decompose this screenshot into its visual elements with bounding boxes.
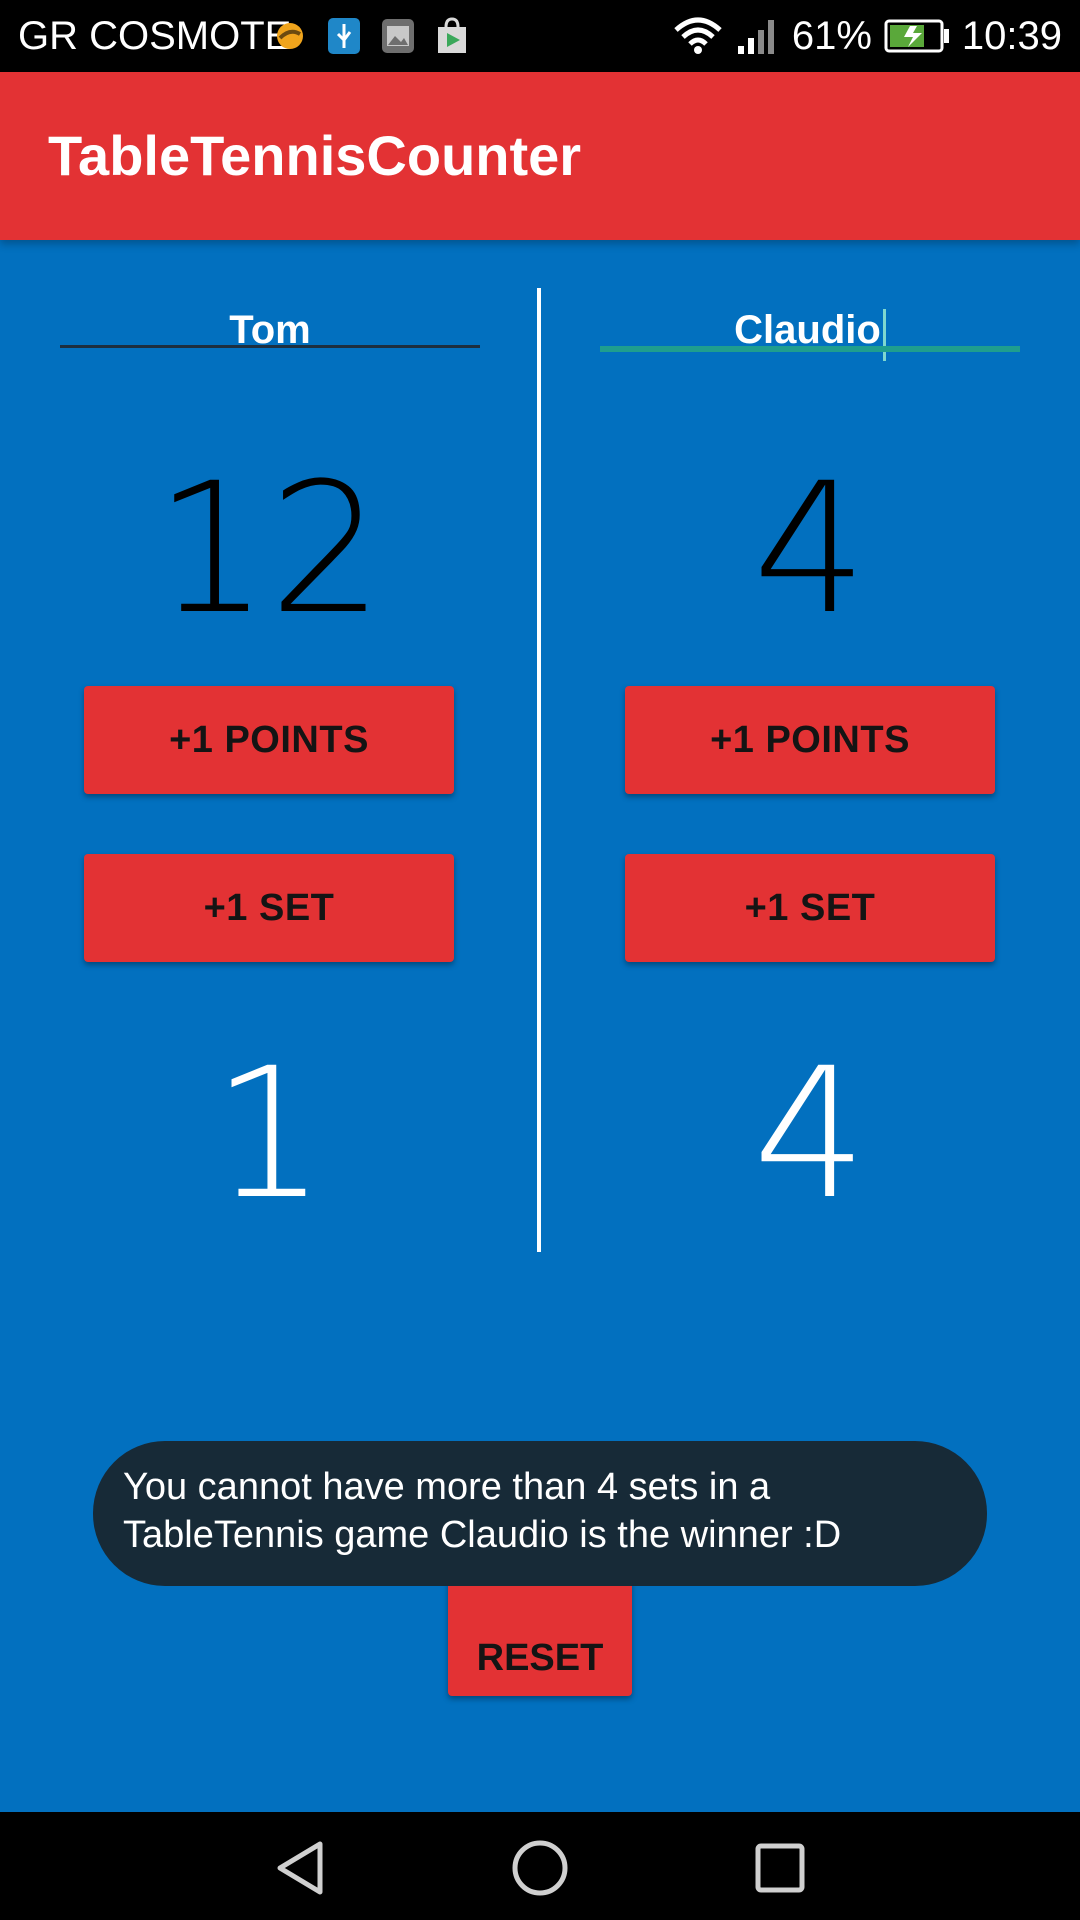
player2-name-field[interactable]: Claudio bbox=[600, 300, 1020, 361]
signal-icon bbox=[737, 20, 774, 54]
app-title: TableTennisCounter bbox=[48, 124, 582, 187]
player2-sets: 4 bbox=[752, 1030, 868, 1239]
player1-add-set-button[interactable]: +1 SET bbox=[84, 854, 454, 962]
recents-icon bbox=[755, 1843, 805, 1893]
text-cursor bbox=[882, 308, 886, 361]
clock: 10:39 bbox=[961, 14, 1062, 58]
player2-add-set-button[interactable]: +1 SET bbox=[625, 854, 995, 962]
player2-name-underline bbox=[600, 346, 1020, 352]
home-icon bbox=[512, 1840, 568, 1896]
status-bar: GR COSMOTE 61% 10:39 bbox=[0, 0, 1080, 72]
sync-icon bbox=[277, 23, 303, 49]
gallery-icon bbox=[382, 19, 414, 53]
battery-percent: 61% bbox=[791, 14, 872, 58]
carrier-label: GR COSMOTE bbox=[18, 14, 292, 58]
wifi-icon bbox=[674, 17, 722, 54]
notification-icons bbox=[272, 14, 470, 58]
back-button[interactable] bbox=[268, 1836, 332, 1900]
play-store-icon bbox=[438, 17, 466, 53]
home-button[interactable] bbox=[508, 1836, 572, 1900]
recents-button[interactable] bbox=[748, 1836, 812, 1900]
player1-name-underline bbox=[60, 345, 480, 348]
toast-message: You cannot have more than 4 sets in a Ta… bbox=[93, 1441, 987, 1586]
status-right: 61% 10:39 bbox=[672, 12, 1062, 60]
battery-charging-icon bbox=[884, 19, 949, 53]
player1-sets: 1 bbox=[211, 1030, 327, 1239]
player2-add-point-button[interactable]: +1 POINTS bbox=[625, 686, 995, 794]
usb-icon bbox=[328, 18, 360, 54]
column-divider bbox=[537, 288, 541, 1252]
app-bar: TableTennisCounter bbox=[0, 72, 1080, 240]
back-icon bbox=[277, 1841, 323, 1895]
player1-points: 12 bbox=[154, 445, 384, 654]
player1-name-field[interactable]: Tom bbox=[60, 300, 480, 360]
player1-add-point-button[interactable]: +1 POINTS bbox=[84, 686, 454, 794]
navigation-bar bbox=[0, 1812, 1080, 1920]
player2-points: 4 bbox=[752, 445, 868, 654]
